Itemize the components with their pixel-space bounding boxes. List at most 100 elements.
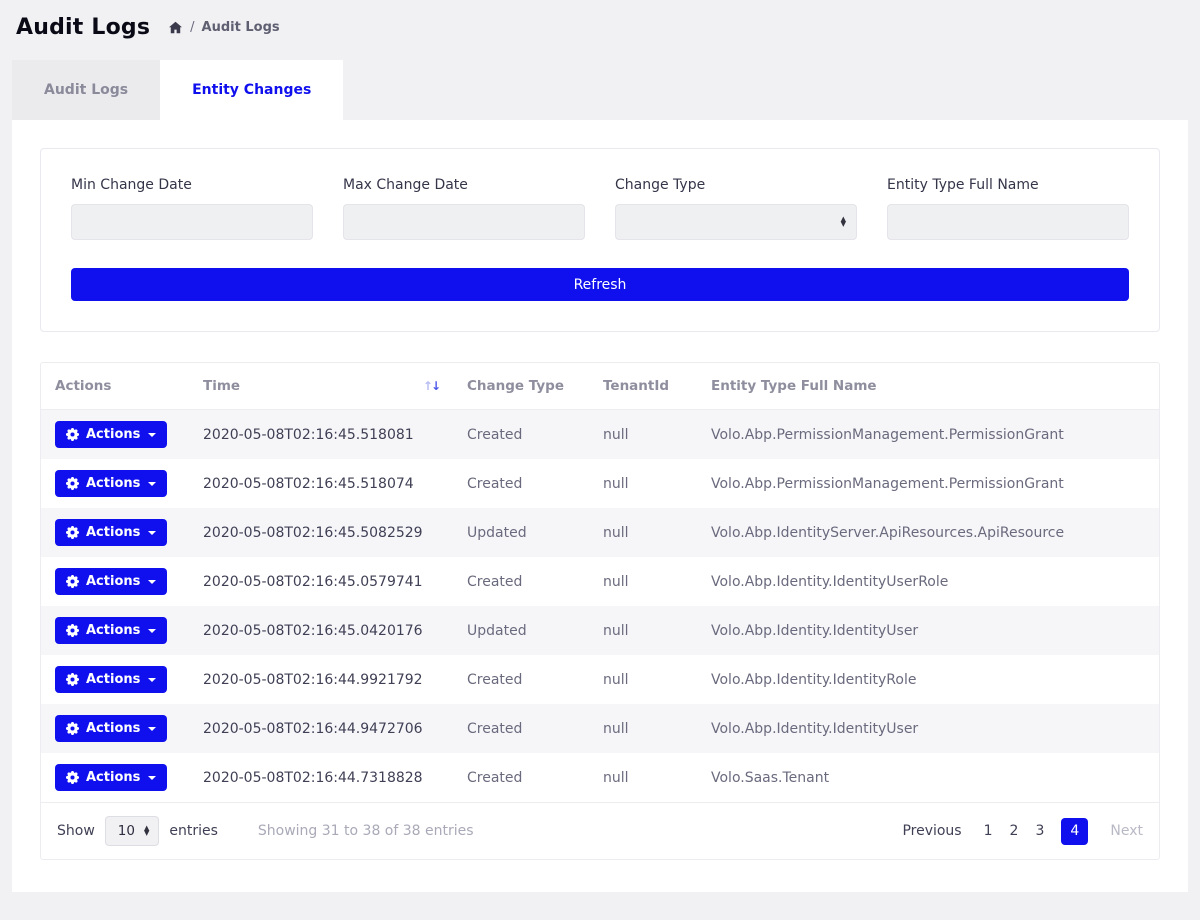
time-cell: 2020-05-08T02:16:45.0420176 [189, 606, 453, 655]
pagination: Previous 1 2 3 4 Next [902, 818, 1143, 845]
caret-down-icon [148, 678, 156, 682]
pagination-page-2[interactable]: 2 [1010, 823, 1019, 839]
change-type-cell: Updated [453, 508, 589, 557]
time-cell: 2020-05-08T02:16:45.5082529 [189, 508, 453, 557]
tenant-id-cell: null [589, 557, 697, 606]
gear-icon [66, 526, 79, 539]
header-entity-type: Entity Type Full Name [697, 363, 1159, 410]
table-row: Actions 2020-05-08T02:16:44.7318828Create… [41, 753, 1159, 802]
change-type-label: Change Type [615, 177, 857, 193]
filter-card: Min Change Date Max Change Date Change T… [40, 148, 1160, 332]
row-actions-button[interactable]: Actions [55, 617, 167, 644]
tenant-id-cell: null [589, 410, 697, 460]
time-cell: 2020-05-08T02:16:44.9472706 [189, 704, 453, 753]
tenant-id-cell: null [589, 606, 697, 655]
table-row: Actions 2020-05-08T02:16:44.9472706Create… [41, 704, 1159, 753]
tab-bar: Audit Logs Entity Changes [12, 60, 1188, 120]
select-arrows-icon: ▲▼ [841, 217, 846, 227]
tenant-id-cell: null [589, 753, 697, 802]
header-change-type: Change Type [453, 363, 589, 410]
min-change-date-label: Min Change Date [71, 177, 313, 193]
filter-min-change-date: Min Change Date [71, 177, 313, 240]
change-type-cell: Created [453, 557, 589, 606]
row-actions-button[interactable]: Actions [55, 715, 167, 742]
filter-change-type: Change Type ▲▼ [615, 177, 857, 240]
table-row: Actions 2020-05-08T02:16:45.5082529Update… [41, 508, 1159, 557]
gear-icon [66, 428, 79, 441]
actions-cell: Actions [41, 557, 189, 606]
entity-type-input[interactable] [898, 205, 1118, 239]
table-row: Actions 2020-05-08T02:16:45.0579741Create… [41, 557, 1159, 606]
content-card: Min Change Date Max Change Date Change T… [12, 120, 1188, 892]
header-time[interactable]: Time ↑↓ [189, 363, 453, 410]
page-size-value: 10 [118, 823, 135, 839]
filter-max-change-date: Max Change Date [343, 177, 585, 240]
refresh-button[interactable]: Refresh [71, 268, 1129, 301]
entity-type-cell: Volo.Abp.PermissionManagement.Permission… [697, 459, 1159, 508]
row-actions-button[interactable]: Actions [55, 666, 167, 693]
change-type-cell: Created [453, 753, 589, 802]
table-row: Actions 2020-05-08T02:16:45.0420176Update… [41, 606, 1159, 655]
entity-type-label: Entity Type Full Name [887, 177, 1129, 193]
pagination-page-3[interactable]: 3 [1035, 823, 1044, 839]
page-size-select[interactable]: 10 ▲▼ [105, 816, 160, 846]
time-cell: 2020-05-08T02:16:44.7318828 [189, 753, 453, 802]
entries-label: entries [169, 823, 218, 839]
row-actions-button[interactable]: Actions [55, 421, 167, 448]
page-header: Audit Logs / Audit Logs [0, 0, 1200, 48]
table-header-row: Actions Time ↑↓ Change Type TenantId Ent… [41, 363, 1159, 410]
table-row: Actions 2020-05-08T02:16:45.518081Created… [41, 410, 1159, 460]
entity-type-cell: Volo.Abp.IdentityServer.ApiResources.Api… [697, 508, 1159, 557]
change-type-cell: Created [453, 410, 589, 460]
max-change-date-input[interactable] [354, 205, 574, 239]
gear-icon [66, 624, 79, 637]
caret-down-icon [148, 727, 156, 731]
row-actions-button[interactable]: Actions [55, 470, 167, 497]
pagination-previous[interactable]: Previous [902, 823, 961, 839]
entity-type-cell: Volo.Abp.Identity.IdentityUserRole [697, 557, 1159, 606]
pagination-next[interactable]: Next [1110, 823, 1143, 839]
actions-cell: Actions [41, 704, 189, 753]
min-change-date-input[interactable] [82, 205, 302, 239]
tenant-id-cell: null [589, 655, 697, 704]
breadcrumb-separator: / [190, 20, 194, 35]
table-footer: Show 10 ▲▼ entries Showing 31 to 38 of 3… [41, 802, 1159, 859]
entity-type-cell: Volo.Abp.Identity.IdentityRole [697, 655, 1159, 704]
actions-cell: Actions [41, 410, 189, 460]
pagination-page-4-active[interactable]: 4 [1061, 818, 1088, 845]
caret-down-icon [148, 531, 156, 535]
actions-button-label: Actions [86, 574, 140, 589]
row-actions-button[interactable]: Actions [55, 568, 167, 595]
table-body: Actions2020-05-08T02:16:45.518081Created… [41, 410, 1159, 803]
row-actions-button[interactable]: Actions [55, 764, 167, 791]
home-icon[interactable] [168, 21, 183, 35]
time-cell: 2020-05-08T02:16:45.0579741 [189, 557, 453, 606]
header-actions: Actions [41, 363, 189, 410]
change-type-cell: Created [453, 459, 589, 508]
sort-icon[interactable]: ↑↓ [423, 379, 439, 393]
caret-down-icon [148, 629, 156, 633]
actions-button-label: Actions [86, 427, 140, 442]
caret-down-icon [148, 433, 156, 437]
time-cell: 2020-05-08T02:16:44.9921792 [189, 655, 453, 704]
change-type-cell: Created [453, 704, 589, 753]
actions-button-label: Actions [86, 623, 140, 638]
entity-changes-table: Actions Time ↑↓ Change Type TenantId Ent… [40, 362, 1160, 860]
tab-entity-changes[interactable]: Entity Changes [160, 60, 343, 120]
table-row: Actions 2020-05-08T02:16:45.518074Created… [41, 459, 1159, 508]
tenant-id-cell: null [589, 508, 697, 557]
change-type-select[interactable]: ▲▼ [615, 204, 857, 240]
breadcrumb: / Audit Logs [168, 20, 279, 35]
row-actions-button[interactable]: Actions [55, 519, 167, 546]
actions-cell: Actions [41, 606, 189, 655]
actions-button-label: Actions [86, 525, 140, 540]
filter-entity-type: Entity Type Full Name [887, 177, 1129, 240]
show-label: Show [57, 823, 95, 839]
time-cell: 2020-05-08T02:16:45.518081 [189, 410, 453, 460]
pagination-page-1[interactable]: 1 [984, 823, 993, 839]
gear-icon [66, 722, 79, 735]
tab-audit-logs[interactable]: Audit Logs [12, 60, 160, 120]
caret-down-icon [148, 482, 156, 486]
change-type-cell: Updated [453, 606, 589, 655]
time-cell: 2020-05-08T02:16:45.518074 [189, 459, 453, 508]
